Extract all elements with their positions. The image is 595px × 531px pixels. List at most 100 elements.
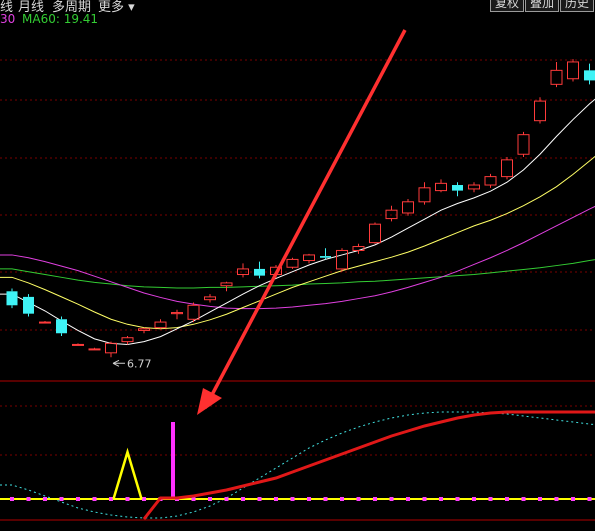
up-candle <box>386 206 397 222</box>
signal-dot <box>291 497 295 501</box>
signal-dot <box>142 497 146 501</box>
candle-body <box>469 185 480 189</box>
candle-body <box>56 319 67 333</box>
up-candle <box>89 348 100 350</box>
up-candle <box>419 182 430 204</box>
candle-body <box>320 256 331 258</box>
candle-body <box>188 305 199 319</box>
candle-body <box>122 338 133 342</box>
up-candle <box>205 294 216 302</box>
arrow-shaft <box>205 30 405 408</box>
signal-dot <box>43 497 47 501</box>
up-candle <box>238 263 249 277</box>
ma30-label: 30 <box>0 12 15 26</box>
moving-average-lines <box>0 90 595 345</box>
signal-dot <box>60 497 64 501</box>
signal-dot <box>588 497 592 501</box>
candle-body <box>452 185 463 191</box>
low-price-label: 6.77 <box>127 357 152 370</box>
signal-dot <box>10 497 14 501</box>
up-candle <box>502 157 513 179</box>
toolbar-item-more[interactable]: 更多 ▾ <box>98 0 135 15</box>
signal-dot <box>340 497 344 501</box>
signal-dot <box>126 497 130 501</box>
indicator-curve <box>144 412 595 519</box>
signal-dot <box>93 497 97 501</box>
up-candle <box>155 319 166 329</box>
ma30-line <box>0 201 595 308</box>
up-candle <box>188 302 199 322</box>
up-candle <box>122 336 133 344</box>
signal-dot <box>489 497 493 501</box>
up-candle <box>535 97 546 123</box>
ma-mid-line <box>0 148 595 329</box>
signal-dot <box>456 497 460 501</box>
signal-dot <box>555 497 559 501</box>
candle-body <box>40 322 51 323</box>
candle-body <box>155 322 166 328</box>
up-candle <box>518 132 529 157</box>
candle-body <box>485 177 496 185</box>
signal-dot <box>439 497 443 501</box>
candle-body <box>370 224 381 242</box>
candle-body <box>337 250 348 268</box>
up-candle <box>568 59 579 81</box>
candle-body <box>221 283 232 286</box>
candle-body <box>304 255 315 261</box>
signal-dot <box>357 497 361 501</box>
signal-triangle <box>114 452 142 499</box>
candle-body <box>23 297 34 314</box>
up-candle <box>370 222 381 243</box>
candle-body <box>205 297 216 300</box>
candle-body <box>518 135 529 155</box>
up-candle <box>551 62 562 87</box>
candle-body <box>568 62 579 79</box>
chart-stage: 6.77 线 月线 多周期 更多 ▾ 复权 叠加 历史 30 MA60: 19.… <box>0 0 595 527</box>
signal-dot <box>390 497 394 501</box>
up-candle <box>221 282 232 292</box>
restore-rights-button[interactable]: 复权 <box>490 0 524 12</box>
candle-body <box>89 349 100 350</box>
candle-body <box>436 183 447 190</box>
ma60-label: MA60: 19.41 <box>22 12 98 26</box>
candle-body <box>172 313 183 314</box>
pointer-arrow <box>197 30 405 415</box>
candle-body <box>386 210 397 218</box>
up-candle <box>304 254 315 264</box>
up-candle <box>403 199 414 216</box>
down-candle <box>452 182 463 196</box>
low-price-pointer <box>113 360 125 366</box>
signal-dot <box>522 497 526 501</box>
indicator-panel <box>0 412 595 519</box>
up-candle <box>40 321 51 323</box>
down-candle <box>7 289 18 309</box>
candle-body <box>403 202 414 213</box>
signal-dot <box>307 497 311 501</box>
candle-body <box>502 160 513 177</box>
candle-body <box>254 269 265 276</box>
candle-body <box>551 70 562 84</box>
candle-body <box>419 188 430 202</box>
signal-dot <box>274 497 278 501</box>
signal-dot <box>538 497 542 501</box>
signal-dot <box>505 497 509 501</box>
signal-dot <box>324 497 328 501</box>
up-candle <box>485 174 496 188</box>
signal-dot <box>472 497 476 501</box>
dashed-indicator-curve <box>0 412 595 518</box>
history-button[interactable]: 历史 <box>560 0 594 12</box>
overlay-button[interactable]: 叠加 <box>525 0 559 12</box>
annotations: 6.77 <box>113 357 152 370</box>
signal-dot <box>373 497 377 501</box>
signal-dot <box>258 497 262 501</box>
candle-body <box>106 343 117 353</box>
down-candle <box>56 316 67 336</box>
up-candle <box>287 258 298 269</box>
signal-dot <box>225 497 229 501</box>
up-candle <box>172 310 183 320</box>
down-candle <box>320 248 331 259</box>
up-candle <box>469 182 480 192</box>
grid-lines <box>0 60 595 520</box>
down-candle <box>23 294 34 316</box>
arrow-head <box>197 388 222 415</box>
